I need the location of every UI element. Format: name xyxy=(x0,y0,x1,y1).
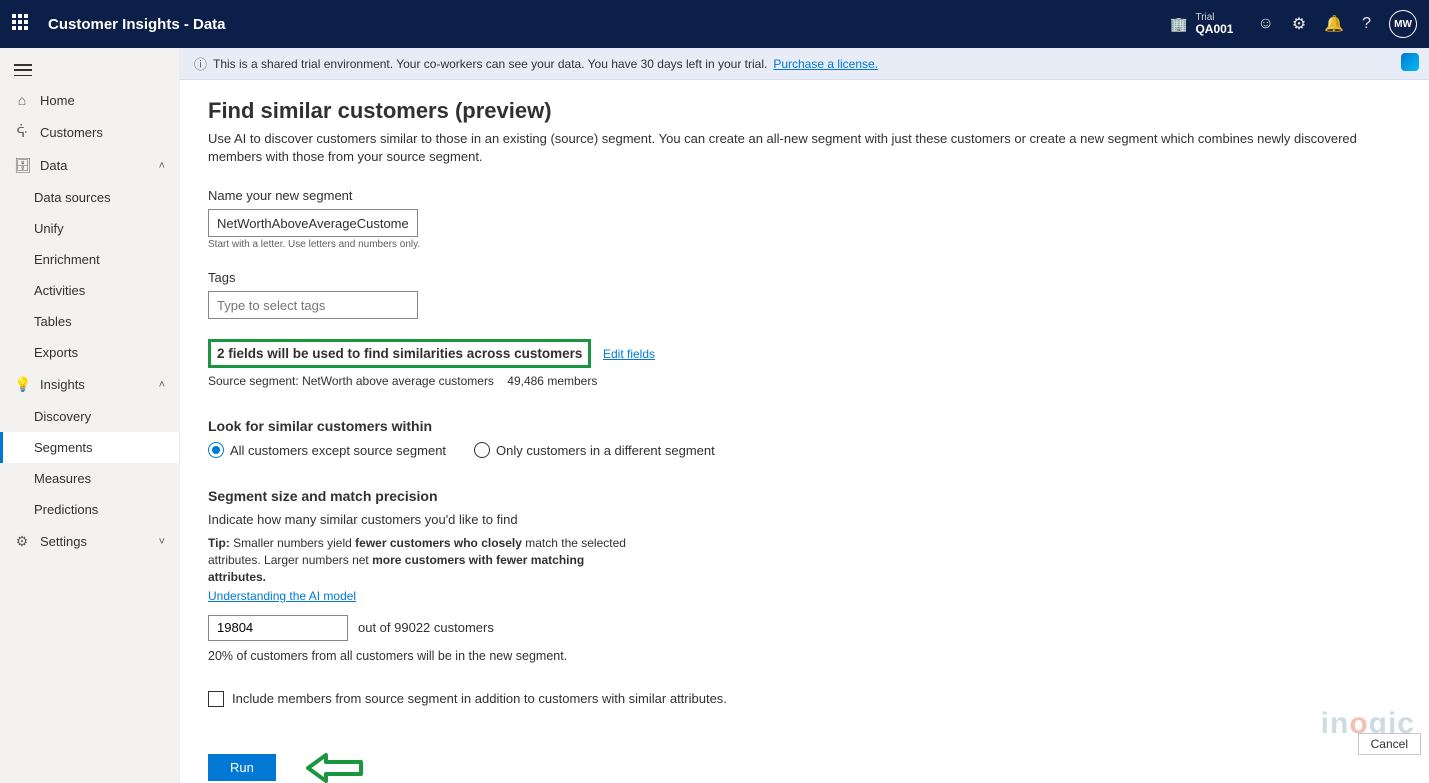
sidebar-item-label: Activities xyxy=(34,283,85,298)
bell-icon[interactable]: 🔔 xyxy=(1324,14,1344,34)
sidebar: ⌂ Home ᕏ Customers 🗄 Data ˄ Data sources Uni… xyxy=(0,48,180,783)
environment-icon: 🏢 xyxy=(1170,16,1187,33)
look-within-title: Look for similar customers within xyxy=(208,418,1401,434)
arrow-annotation xyxy=(306,751,366,783)
source-segment-label: Source segment: xyxy=(208,374,302,388)
chevron-down-icon: ˅ xyxy=(159,536,165,548)
radio-icon xyxy=(208,442,224,458)
app-title: Customer Insights - Data xyxy=(48,16,1170,33)
sidebar-item-label: Discovery xyxy=(34,409,91,424)
sidebar-item-unify[interactable]: Unify xyxy=(0,213,179,244)
out-of-text: out of 99022 customers xyxy=(358,620,494,635)
chevron-up-icon: ˄ xyxy=(159,160,165,172)
purchase-license-link[interactable]: Purchase a license. xyxy=(773,57,878,71)
page-title: Find similar customers (preview) xyxy=(208,98,1401,124)
sidebar-item-predictions[interactable]: Predictions xyxy=(0,494,179,525)
insights-icon: 💡 xyxy=(14,376,30,393)
tags-input[interactable] xyxy=(208,291,418,319)
sidebar-item-discovery[interactable]: Discovery xyxy=(0,401,179,432)
trial-alert: ⓘ This is a shared trial environment. Yo… xyxy=(180,48,1429,80)
sidebar-item-label: Measures xyxy=(34,471,91,486)
sidebar-item-measures[interactable]: Measures xyxy=(0,463,179,494)
sidebar-item-tables[interactable]: Tables xyxy=(0,306,179,337)
sidebar-item-label: Exports xyxy=(34,345,78,360)
gear-icon: ⚙ xyxy=(14,533,30,550)
environment-picker[interactable]: 🏢 Trial QA001 xyxy=(1170,12,1233,36)
customers-icon: ᕏ xyxy=(14,124,30,141)
sidebar-item-label: Data sources xyxy=(34,190,111,205)
copilot-icon[interactable] xyxy=(1401,53,1419,71)
sidebar-item-label: Tables xyxy=(34,314,72,329)
name-label: Name your new segment xyxy=(208,188,1401,203)
help-icon[interactable]: ? xyxy=(1362,15,1371,33)
sidebar-item-segments[interactable]: Segments xyxy=(0,432,179,463)
edit-fields-link[interactable]: Edit fields xyxy=(603,347,655,361)
sidebar-item-label: Data xyxy=(40,158,67,173)
source-segment-name: NetWorth above average customers xyxy=(302,374,494,388)
env-label: Trial xyxy=(1195,12,1233,23)
sidebar-item-activities[interactable]: Activities xyxy=(0,275,179,306)
sidebar-item-insights[interactable]: 💡 Insights ˄ xyxy=(0,368,179,401)
sidebar-item-data[interactable]: 🗄 Data ˄ xyxy=(0,149,179,182)
sidebar-item-enrichment[interactable]: Enrichment xyxy=(0,244,179,275)
tags-label: Tags xyxy=(208,270,1401,285)
radio-different-segment[interactable]: Only customers in a different segment xyxy=(474,442,715,458)
sidebar-item-exports[interactable]: Exports xyxy=(0,337,179,368)
include-source-checkbox[interactable] xyxy=(208,691,224,707)
cancel-button[interactable]: Cancel xyxy=(1358,733,1421,755)
sidebar-item-label: Enrichment xyxy=(34,252,100,267)
fields-count-heading: 2 fields will be used to find similariti… xyxy=(208,339,591,368)
info-icon: ⓘ xyxy=(194,54,207,73)
radio-icon xyxy=(474,442,490,458)
percent-line: 20% of customers from all customers will… xyxy=(208,649,1401,663)
alert-text: This is a shared trial environment. Your… xyxy=(213,57,767,71)
sidebar-item-label: Home xyxy=(40,93,75,108)
app-launcher-icon[interactable] xyxy=(12,14,32,34)
radio-all-except-source[interactable]: All customers except source segment xyxy=(208,442,446,458)
tip-text: Tip: Smaller numbers yield fewer custome… xyxy=(208,535,628,585)
ai-model-link[interactable]: Understanding the AI model xyxy=(208,589,356,603)
hamburger-toggle[interactable] xyxy=(0,56,179,84)
run-button[interactable]: Run xyxy=(208,754,276,781)
smiley-icon[interactable]: ☺ xyxy=(1257,15,1273,33)
data-icon: 🗄 xyxy=(14,157,30,174)
size-title: Segment size and match precision xyxy=(208,488,1401,504)
sidebar-item-label: Segments xyxy=(34,440,93,455)
sidebar-item-label: Insights xyxy=(40,377,85,392)
sidebar-item-data-sources[interactable]: Data sources xyxy=(0,182,179,213)
sidebar-item-home[interactable]: ⌂ Home xyxy=(0,84,179,116)
radio-label: All customers except source segment xyxy=(230,443,446,458)
size-description: Indicate how many similar customers you'… xyxy=(208,512,1401,527)
sidebar-item-settings[interactable]: ⚙ Settings ˅ xyxy=(0,525,179,558)
sidebar-item-label: Customers xyxy=(40,125,103,140)
page-description: Use AI to discover customers similar to … xyxy=(208,130,1401,166)
home-icon: ⌂ xyxy=(14,92,30,108)
gear-icon[interactable]: ⚙ xyxy=(1292,14,1306,34)
chevron-up-icon: ˄ xyxy=(159,379,165,391)
sidebar-item-label: Predictions xyxy=(34,502,98,517)
name-hint: Start with a letter. Use letters and num… xyxy=(208,239,1401,250)
sidebar-item-customers[interactable]: ᕏ Customers xyxy=(0,116,179,149)
env-name: QA001 xyxy=(1195,23,1233,36)
sidebar-item-label: Unify xyxy=(34,221,64,236)
source-members: 49,486 members xyxy=(507,374,597,388)
segment-size-input[interactable] xyxy=(208,615,348,641)
include-source-label: Include members from source segment in a… xyxy=(232,691,727,706)
avatar[interactable]: MW xyxy=(1389,10,1417,38)
segment-name-input[interactable] xyxy=(208,209,418,237)
radio-label: Only customers in a different segment xyxy=(496,443,715,458)
sidebar-item-label: Settings xyxy=(40,534,87,549)
